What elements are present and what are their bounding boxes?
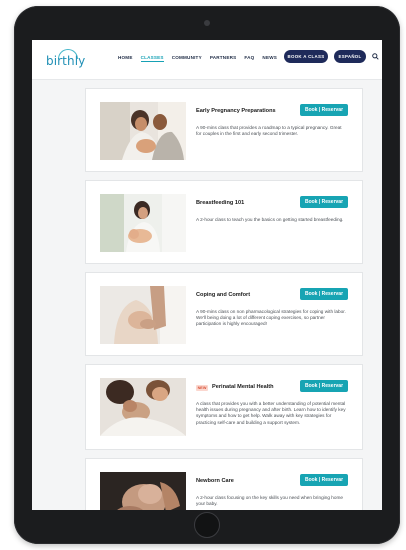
espanol-button[interactable]: ESPAÑOL [334, 50, 366, 63]
class-description: A 90-mins class that provides a roadmap … [196, 125, 342, 137]
book-reservar-button[interactable]: Book | Reservar [300, 474, 348, 486]
book-reservar-button[interactable]: Book | Reservar [300, 104, 348, 116]
book-reservar-button[interactable]: Book | Reservar [300, 196, 348, 208]
logo-text: birthly [46, 54, 86, 68]
class-card: NEW Perinatal Mental Health Book | Reser… [85, 364, 363, 450]
book-reservar-button[interactable]: Book | Reservar [300, 380, 348, 392]
tablet-frame: birthly HOME CLASSES COMMUNITY PARTNERS … [14, 6, 400, 544]
nav-faq[interactable]: FAQ [244, 55, 254, 62]
class-image [100, 102, 186, 160]
class-description: A 90-mins class on non pharmacological s… [196, 309, 346, 327]
book-reservar-button[interactable]: Book | Reservar [300, 288, 348, 300]
main-nav: HOME CLASSES COMMUNITY PARTNERS FAQ NEWS [118, 55, 277, 62]
class-title: Breastfeeding 101 [196, 200, 245, 206]
camera-dot [204, 20, 210, 26]
home-button[interactable] [194, 512, 220, 538]
book-a-class-button[interactable]: BOOK A CLASS [284, 50, 328, 63]
nav-news[interactable]: NEWS [262, 55, 277, 62]
class-image [100, 378, 186, 436]
new-badge: NEW [196, 385, 208, 391]
screen: birthly HOME CLASSES COMMUNITY PARTNERS … [32, 40, 382, 510]
class-card: Early Pregnancy Preparations Book | Rese… [85, 88, 363, 172]
search-icon[interactable] [372, 53, 379, 60]
nav-partners[interactable]: PARTNERS [210, 55, 237, 62]
class-card: Breastfeeding 101 Book | Reservar A 2-ho… [85, 180, 363, 264]
class-description: A 2-hour class focusing on the key skill… [196, 495, 343, 507]
class-title: Coping and Comfort [196, 292, 251, 298]
class-image [100, 472, 186, 510]
class-card: Newborn Care Book | Reservar A 2-hour cl… [85, 458, 363, 510]
nav-home[interactable]: HOME [118, 55, 133, 62]
site-header: birthly HOME CLASSES COMMUNITY PARTNERS … [32, 40, 382, 80]
class-description: A 2-hour class to teach you the basics o… [196, 217, 344, 222]
class-image [100, 286, 186, 344]
class-title: Perinatal Mental Health [212, 384, 274, 390]
class-title: Newborn Care [196, 478, 234, 484]
nav-classes[interactable]: CLASSES [140, 55, 164, 62]
class-title: Early Pregnancy Preparations [196, 108, 276, 114]
nav-community[interactable]: COMMUNITY [172, 55, 202, 62]
class-image [100, 194, 186, 252]
birthly-logo[interactable]: birthly [46, 49, 86, 73]
class-description: A class that provides you with a better … [196, 401, 346, 425]
class-card: Coping and Comfort Book | Reservar A 90-… [85, 272, 363, 356]
